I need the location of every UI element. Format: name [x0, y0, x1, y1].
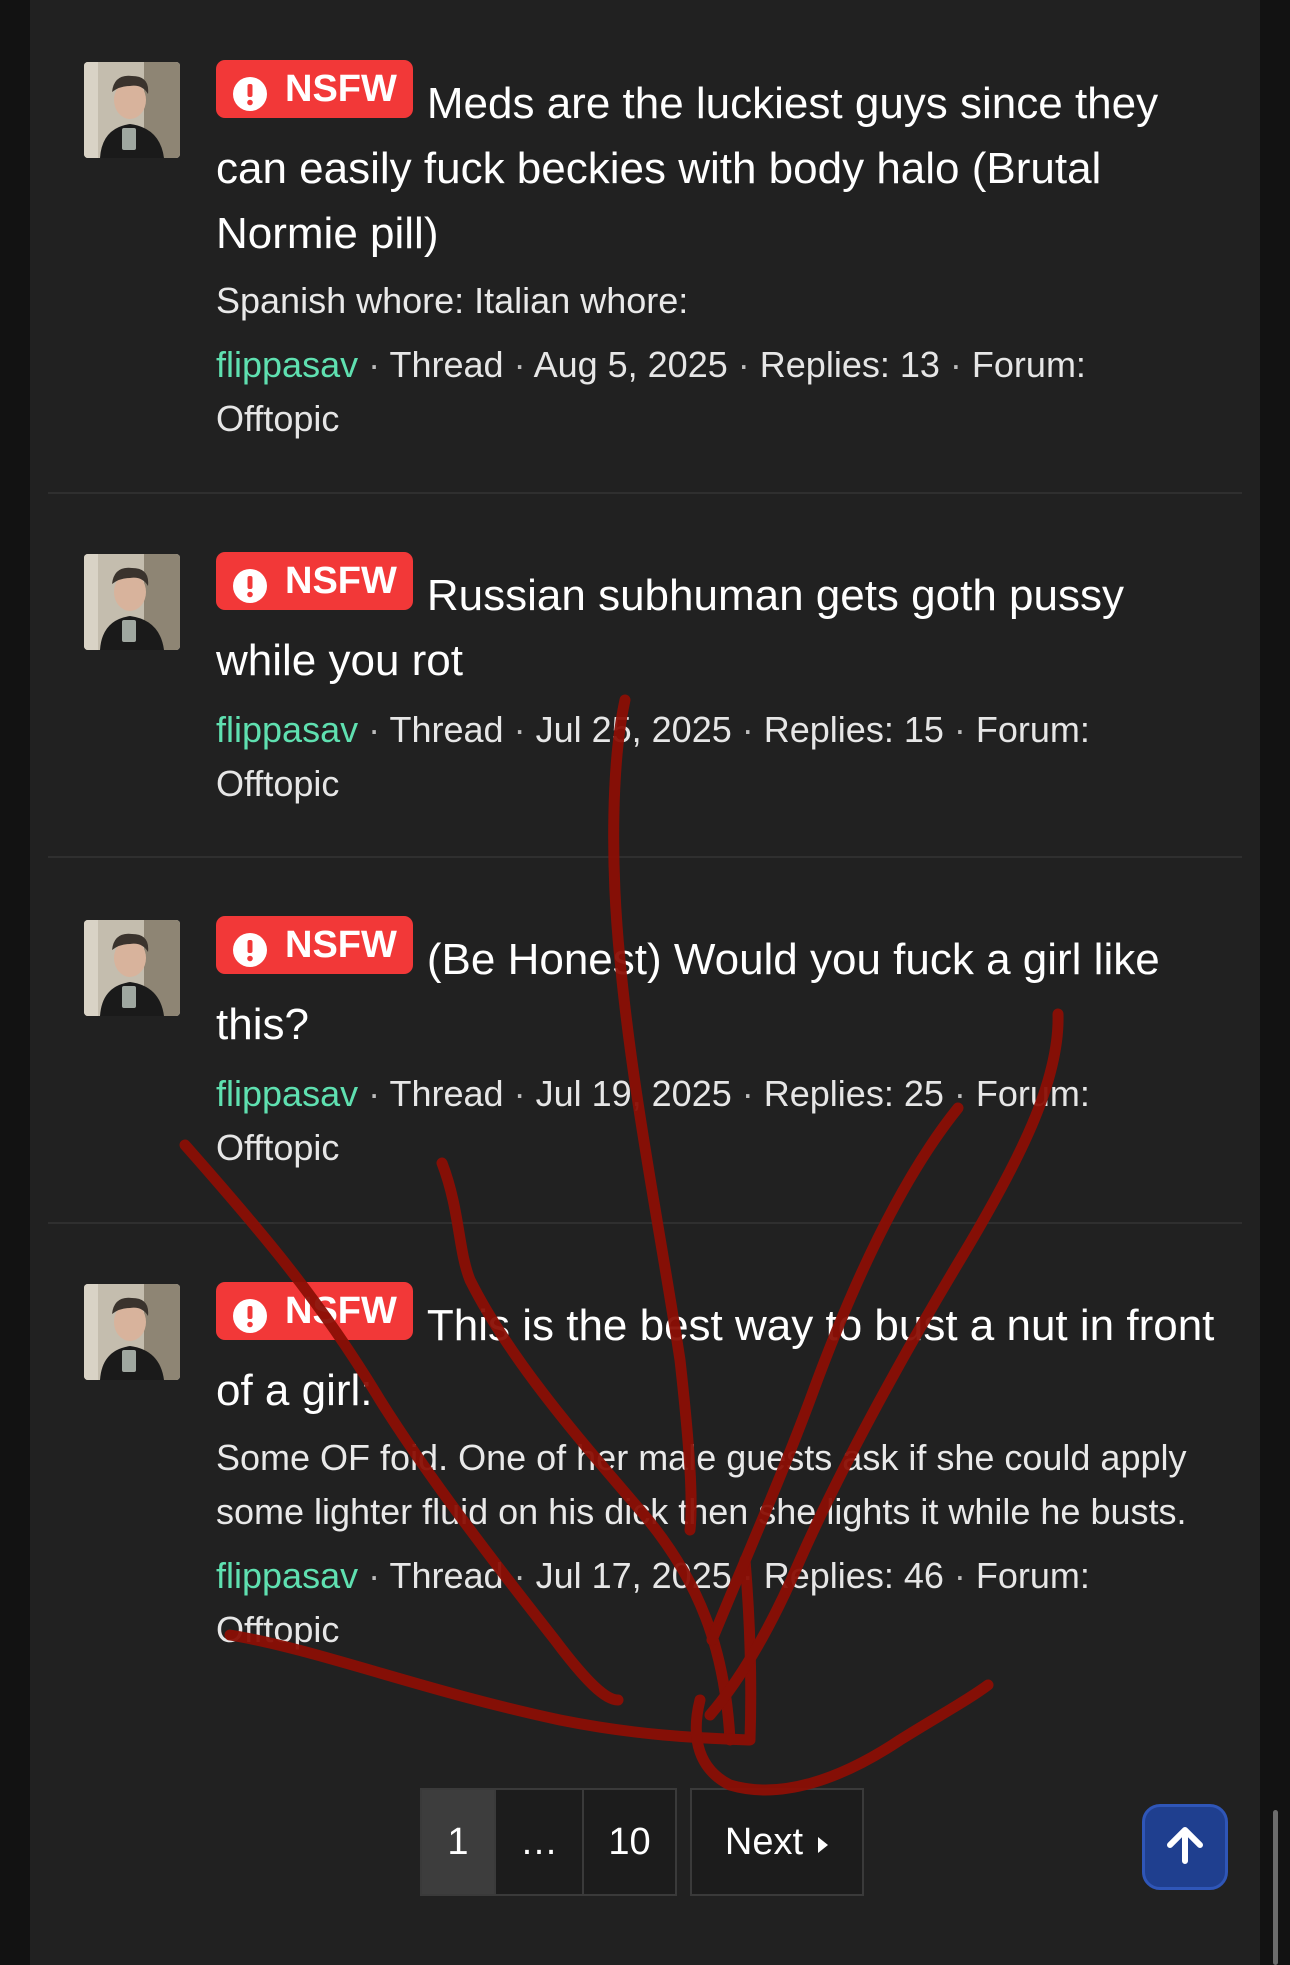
- avatar[interactable]: [84, 920, 180, 1016]
- thread-meta: flippasav · Thread · Jul 17, 2025 · Repl…: [216, 1555, 1090, 1650]
- search-result: NSFW This is the best way to bust a nut i…: [48, 1224, 1242, 1704]
- thread-meta: flippasav · Thread · Jul 25, 2025 · Repl…: [216, 709, 1090, 804]
- thread-title[interactable]: NSFW Meds are the luckiest guys since the…: [216, 60, 1216, 266]
- search-results-panel: NSFW Meds are the luckiest guys since the…: [30, 0, 1260, 1965]
- forum-label: Forum:: [975, 1073, 1090, 1114]
- content-type: Thread: [389, 1073, 504, 1114]
- search-result: NSFW Meds are the luckiest guys since the…: [48, 30, 1242, 494]
- author-link[interactable]: flippasav: [216, 709, 358, 750]
- nsfw-badge: NSFW: [216, 1282, 413, 1340]
- search-result: NSFW Russian subhuman gets goth pussy whi…: [48, 494, 1242, 858]
- page-10-button[interactable]: 10: [584, 1788, 677, 1896]
- thread-title[interactable]: NSFW Russian subhuman gets goth pussy whi…: [216, 552, 1216, 693]
- author-link[interactable]: flippasav: [216, 344, 358, 385]
- exclamation-circle-icon: [232, 1293, 268, 1333]
- next-label: Next: [724, 1820, 804, 1863]
- arrow-up-icon: [1165, 1825, 1205, 1870]
- forum-label: Forum:: [975, 1555, 1090, 1596]
- pagination: 1 … 10 Next: [420, 1788, 864, 1896]
- nsfw-badge: NSFW: [216, 916, 413, 974]
- post-date: Jul 17, 2025: [535, 1555, 732, 1596]
- nsfw-badge: NSFW: [216, 552, 413, 610]
- thread-title[interactable]: NSFW This is the best way to bust a nut i…: [216, 1282, 1216, 1423]
- exclamation-circle-icon: [232, 563, 268, 603]
- forum-link[interactable]: Offtopic: [216, 1127, 339, 1168]
- page-ellipsis-button[interactable]: …: [496, 1788, 584, 1896]
- exclamation-circle-icon: [232, 927, 268, 967]
- forum-label: Forum:: [975, 709, 1090, 750]
- scroll-to-top-button[interactable]: [1142, 1804, 1228, 1890]
- page: NSFW Meds are the luckiest guys since the…: [0, 0, 1290, 1965]
- forum-label: Forum:: [971, 344, 1086, 385]
- page-number-group: 1 … 10: [420, 1788, 677, 1896]
- thread-snippet: Some OF foid. One of her male guests ask…: [216, 1437, 1187, 1532]
- nsfw-badge: NSFW: [216, 60, 413, 118]
- reply-count: Replies: 15: [763, 709, 944, 750]
- thread-meta: flippasav · Thread · Aug 5, 2025 · Repli…: [216, 344, 1086, 439]
- page-1-button[interactable]: 1: [420, 1788, 496, 1896]
- avatar[interactable]: [84, 554, 180, 650]
- reply-count: Replies: 25: [763, 1073, 944, 1114]
- content-type: Thread: [389, 1555, 504, 1596]
- avatar[interactable]: [84, 1284, 180, 1380]
- post-date: Jul 19, 2025: [535, 1073, 732, 1114]
- forum-link[interactable]: Offtopic: [216, 398, 339, 439]
- content-type: Thread: [389, 709, 504, 750]
- post-date: Aug 5, 2025: [533, 344, 728, 385]
- thread-snippet: Spanish whore: Italian whore:: [216, 280, 689, 321]
- search-result: NSFW (Be Honest) Would you fuck a girl li…: [48, 858, 1242, 1224]
- scrollbar[interactable]: [1273, 1810, 1278, 1965]
- post-date: Jul 25, 2025: [535, 709, 732, 750]
- reply-count: Replies: 46: [763, 1555, 944, 1596]
- caret-right-icon: [817, 1821, 829, 1864]
- next-page-button[interactable]: Next: [690, 1788, 864, 1896]
- forum-link[interactable]: Offtopic: [216, 763, 339, 804]
- content-type: Thread: [389, 344, 504, 385]
- avatar[interactable]: [84, 62, 180, 158]
- reply-count: Replies: 13: [759, 344, 940, 385]
- exclamation-circle-icon: [232, 71, 268, 111]
- thread-title[interactable]: NSFW (Be Honest) Would you fuck a girl li…: [216, 916, 1216, 1057]
- author-link[interactable]: flippasav: [216, 1555, 358, 1596]
- thread-meta: flippasav · Thread · Jul 19, 2025 · Repl…: [216, 1073, 1090, 1168]
- author-link[interactable]: flippasav: [216, 1073, 358, 1114]
- forum-link[interactable]: Offtopic: [216, 1609, 339, 1650]
